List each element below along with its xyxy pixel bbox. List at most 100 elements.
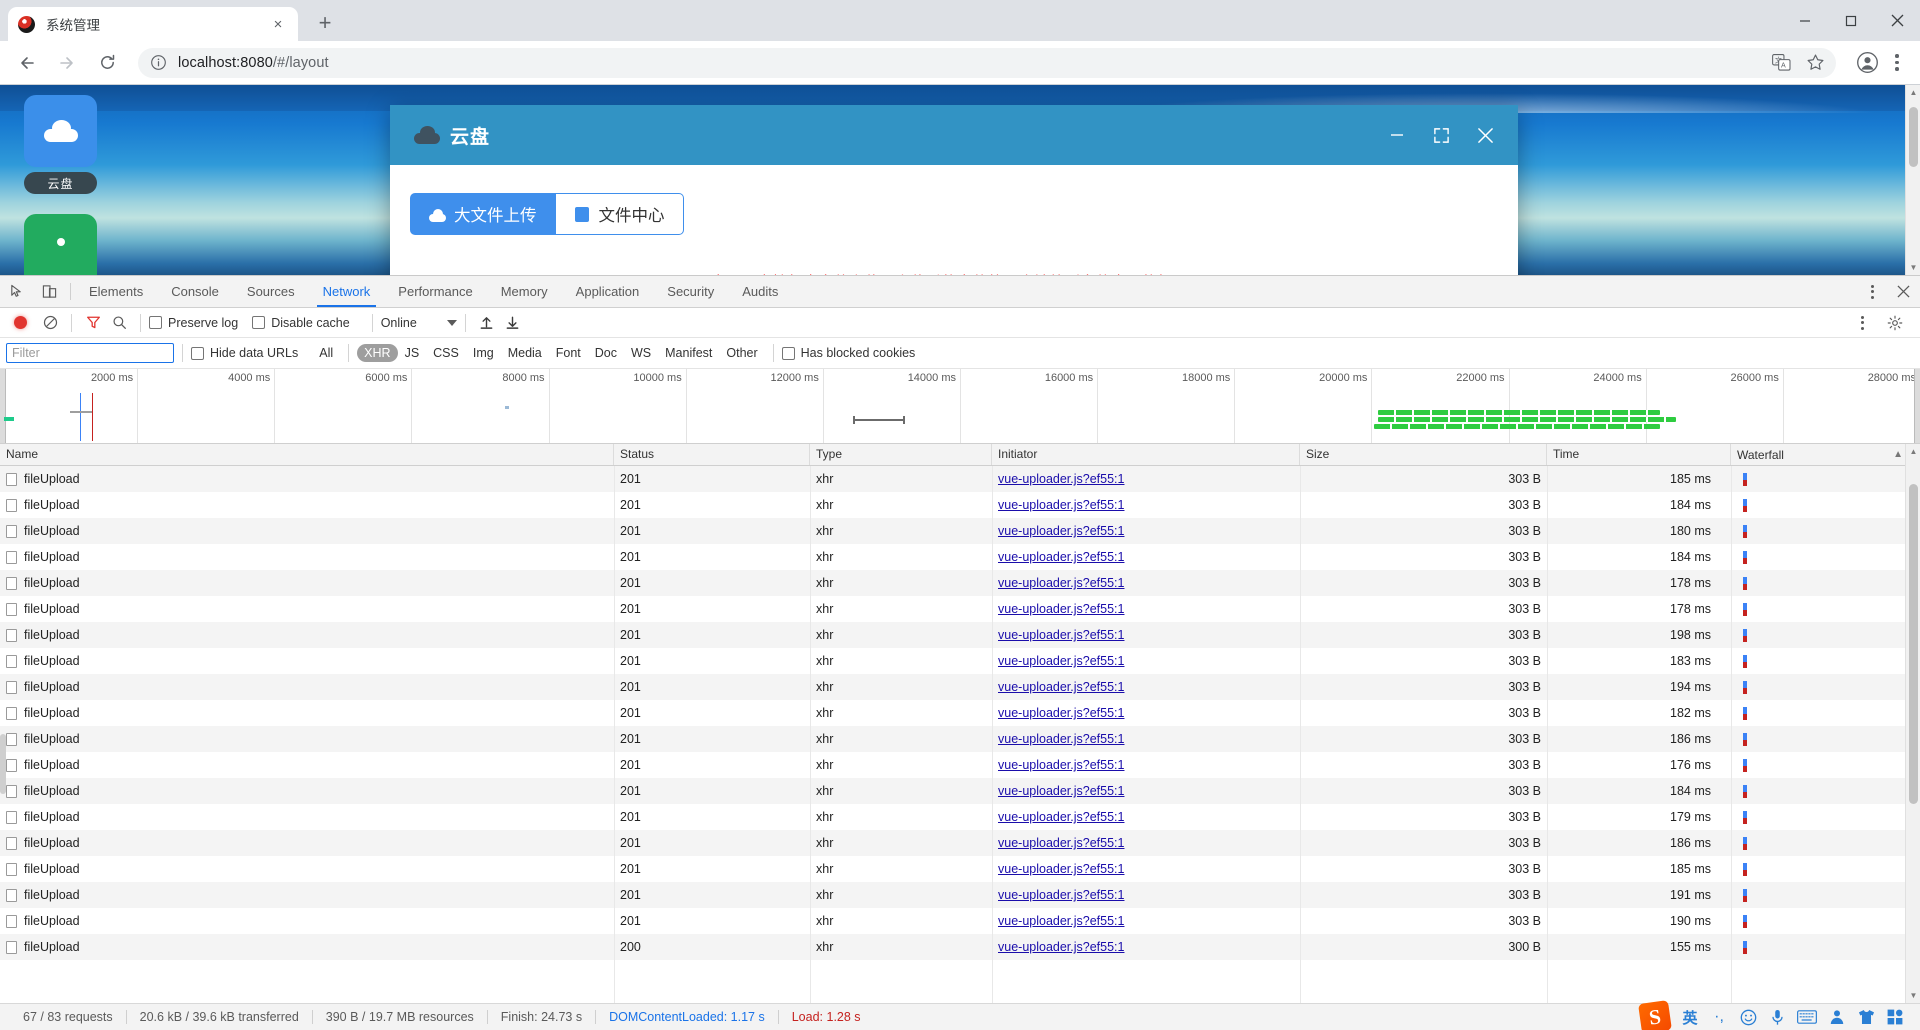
devtools-menu-icon[interactable] [1858,284,1886,299]
filter-type-ws[interactable]: WS [624,344,658,362]
new-tab-button[interactable]: + [310,8,340,38]
column-header-type[interactable]: Type [810,444,992,465]
chinese-english-toggle-icon[interactable]: 英 [1681,1007,1699,1028]
translate-icon[interactable]: 文A [1770,52,1792,74]
devtools-tab-security[interactable]: Security [653,276,728,307]
table-row[interactable]: fileUpload 201 xhr vue-uploader.js?ef55:1 30… [0,570,1920,596]
disable-cache-checkbox[interactable]: Disable cache [252,316,350,330]
table-scrollbar-thumb[interactable] [1909,484,1918,804]
user-icon[interactable] [1828,1009,1846,1025]
initiator-link[interactable]: vue-uploader.js?ef55:1 [998,576,1124,590]
column-header-name[interactable]: Name [0,444,614,465]
export-har-icon[interactable] [500,310,526,336]
table-row[interactable]: fileUpload 201 xhr vue-uploader.js?ef55:1 30… [0,726,1920,752]
scroll-up-arrow-icon[interactable]: ▲ [1906,85,1920,100]
initiator-link[interactable]: vue-uploader.js?ef55:1 [998,784,1124,798]
network-overview-timeline[interactable]: 2000 ms 4000 ms 6000 ms 8000 ms 10000 ms 1200… [0,369,1920,444]
hide-data-urls-checkbox[interactable]: Hide data URLs [191,346,298,360]
has-blocked-cookies-checkbox[interactable]: Has blocked cookies [781,346,915,360]
modal-minimize-button[interactable] [1386,124,1408,146]
filter-type-xhr[interactable]: XHR [357,344,398,362]
overview-right-handle[interactable] [1914,369,1920,443]
browser-tab[interactable]: 系统管理 × [8,7,298,41]
table-row[interactable]: fileUpload 201 xhr vue-uploader.js?ef55:1 30… [0,752,1920,778]
clear-icon[interactable] [37,310,63,336]
filter-type-doc[interactable]: Doc [588,344,624,362]
initiator-link[interactable]: vue-uploader.js?ef55:1 [998,602,1124,616]
initiator-link[interactable]: vue-uploader.js?ef55:1 [998,680,1124,694]
keyboard-icon[interactable] [1797,1010,1817,1024]
initiator-link[interactable]: vue-uploader.js?ef55:1 [998,472,1124,486]
table-left-resizer[interactable] [0,734,6,794]
devtools-tab-memory[interactable]: Memory [487,276,562,307]
filter-funnel-icon[interactable] [80,310,106,336]
sort-ascending-icon[interactable]: ▲ [1893,449,1903,460]
table-row[interactable]: fileUpload 201 xhr vue-uploader.js?ef55:1 30… [0,700,1920,726]
modal-maximize-button[interactable] [1430,124,1452,146]
devtools-tab-audits[interactable]: Audits [728,276,792,307]
tab-close-icon[interactable]: × [268,14,288,34]
import-har-icon[interactable] [474,310,500,336]
sogou-logo-icon[interactable]: S [1638,1000,1672,1030]
profile-avatar-icon[interactable] [1854,50,1880,76]
table-row[interactable]: fileUpload 201 xhr vue-uploader.js?ef55:1 30… [0,778,1920,804]
inspect-element-icon[interactable] [0,276,33,307]
page-scrollbar-thumb[interactable] [1909,107,1918,167]
table-row[interactable]: fileUpload 201 xhr vue-uploader.js?ef55:1 30… [0,856,1920,882]
toolbox-icon[interactable] [1886,1009,1904,1025]
initiator-link[interactable]: vue-uploader.js?ef55:1 [998,654,1124,668]
skin-icon[interactable] [1857,1009,1875,1025]
chrome-menu-icon[interactable] [1884,48,1910,78]
initiator-link[interactable]: vue-uploader.js?ef55:1 [998,732,1124,746]
table-scrollbar[interactable]: ▲ ▼ [1905,444,1920,1003]
table-row[interactable]: fileUpload 201 xhr vue-uploader.js?ef55:1 30… [0,466,1920,492]
tab-file-center[interactable]: 文件中心 [555,193,684,235]
filter-type-media[interactable]: Media [501,344,549,362]
record-button-icon[interactable] [14,316,27,329]
initiator-link[interactable]: vue-uploader.js?ef55:1 [998,810,1124,824]
initiator-link[interactable]: vue-uploader.js?ef55:1 [998,836,1124,850]
table-row[interactable]: fileUpload 201 xhr vue-uploader.js?ef55:1 30… [0,882,1920,908]
filter-type-font[interactable]: Font [549,344,588,362]
initiator-link[interactable]: vue-uploader.js?ef55:1 [998,758,1124,772]
initiator-link[interactable]: vue-uploader.js?ef55:1 [998,888,1124,902]
network-throttling-select[interactable]: Online [381,316,457,330]
tab-large-file-upload[interactable]: 大文件上传 [410,193,556,235]
devtools-tab-network[interactable]: Network [309,276,385,307]
initiator-link[interactable]: vue-uploader.js?ef55:1 [998,524,1124,538]
column-header-status[interactable]: Status [614,444,810,465]
scroll-down-arrow-icon[interactable]: ▼ [1906,988,1920,1003]
filter-type-js[interactable]: JS [398,344,427,362]
table-row[interactable]: fileUpload 201 xhr vue-uploader.js?ef55:1 30… [0,518,1920,544]
filter-type-manifest[interactable]: Manifest [658,344,719,362]
filter-type-all[interactable]: All [312,344,340,362]
checkbox-box[interactable] [191,346,204,360]
initiator-link[interactable]: vue-uploader.js?ef55:1 [998,628,1124,642]
desktop-icon-upload[interactable] [24,214,97,275]
emoji-icon[interactable] [1739,1009,1757,1026]
devtools-close-icon[interactable] [1886,285,1920,298]
table-row[interactable]: fileUpload 200 xhr vue-uploader.js?ef55:1 30… [0,934,1920,960]
back-arrow-icon[interactable] [10,46,44,80]
window-maximize-button[interactable] [1828,0,1874,41]
devtools-tab-console[interactable]: Console [157,276,233,307]
window-minimize-button[interactable] [1782,0,1828,41]
table-row[interactable]: fileUpload 201 xhr vue-uploader.js?ef55:1 30… [0,544,1920,570]
initiator-link[interactable]: vue-uploader.js?ef55:1 [998,862,1124,876]
table-row[interactable]: fileUpload 201 xhr vue-uploader.js?ef55:1 30… [0,492,1920,518]
search-icon[interactable] [106,310,132,336]
filter-type-css[interactable]: CSS [426,344,466,362]
checkbox-box[interactable] [781,346,795,360]
table-row[interactable]: fileUpload 201 xhr vue-uploader.js?ef55:1 30… [0,830,1920,856]
column-header-waterfall[interactable]: Waterfall ▲ [1731,444,1920,465]
bookmark-star-icon[interactable] [1804,52,1826,74]
table-row[interactable]: fileUpload 201 xhr vue-uploader.js?ef55:1 30… [0,674,1920,700]
modal-close-button[interactable] [1474,124,1496,146]
scroll-up-arrow-icon[interactable]: ▲ [1906,444,1920,459]
filter-input[interactable] [6,343,174,363]
filter-type-other[interactable]: Other [719,344,764,362]
initiator-link[interactable]: vue-uploader.js?ef55:1 [998,550,1124,564]
microphone-icon[interactable] [1768,1009,1786,1026]
table-row[interactable]: fileUpload 201 xhr vue-uploader.js?ef55:1 30… [0,596,1920,622]
initiator-link[interactable]: vue-uploader.js?ef55:1 [998,498,1124,512]
